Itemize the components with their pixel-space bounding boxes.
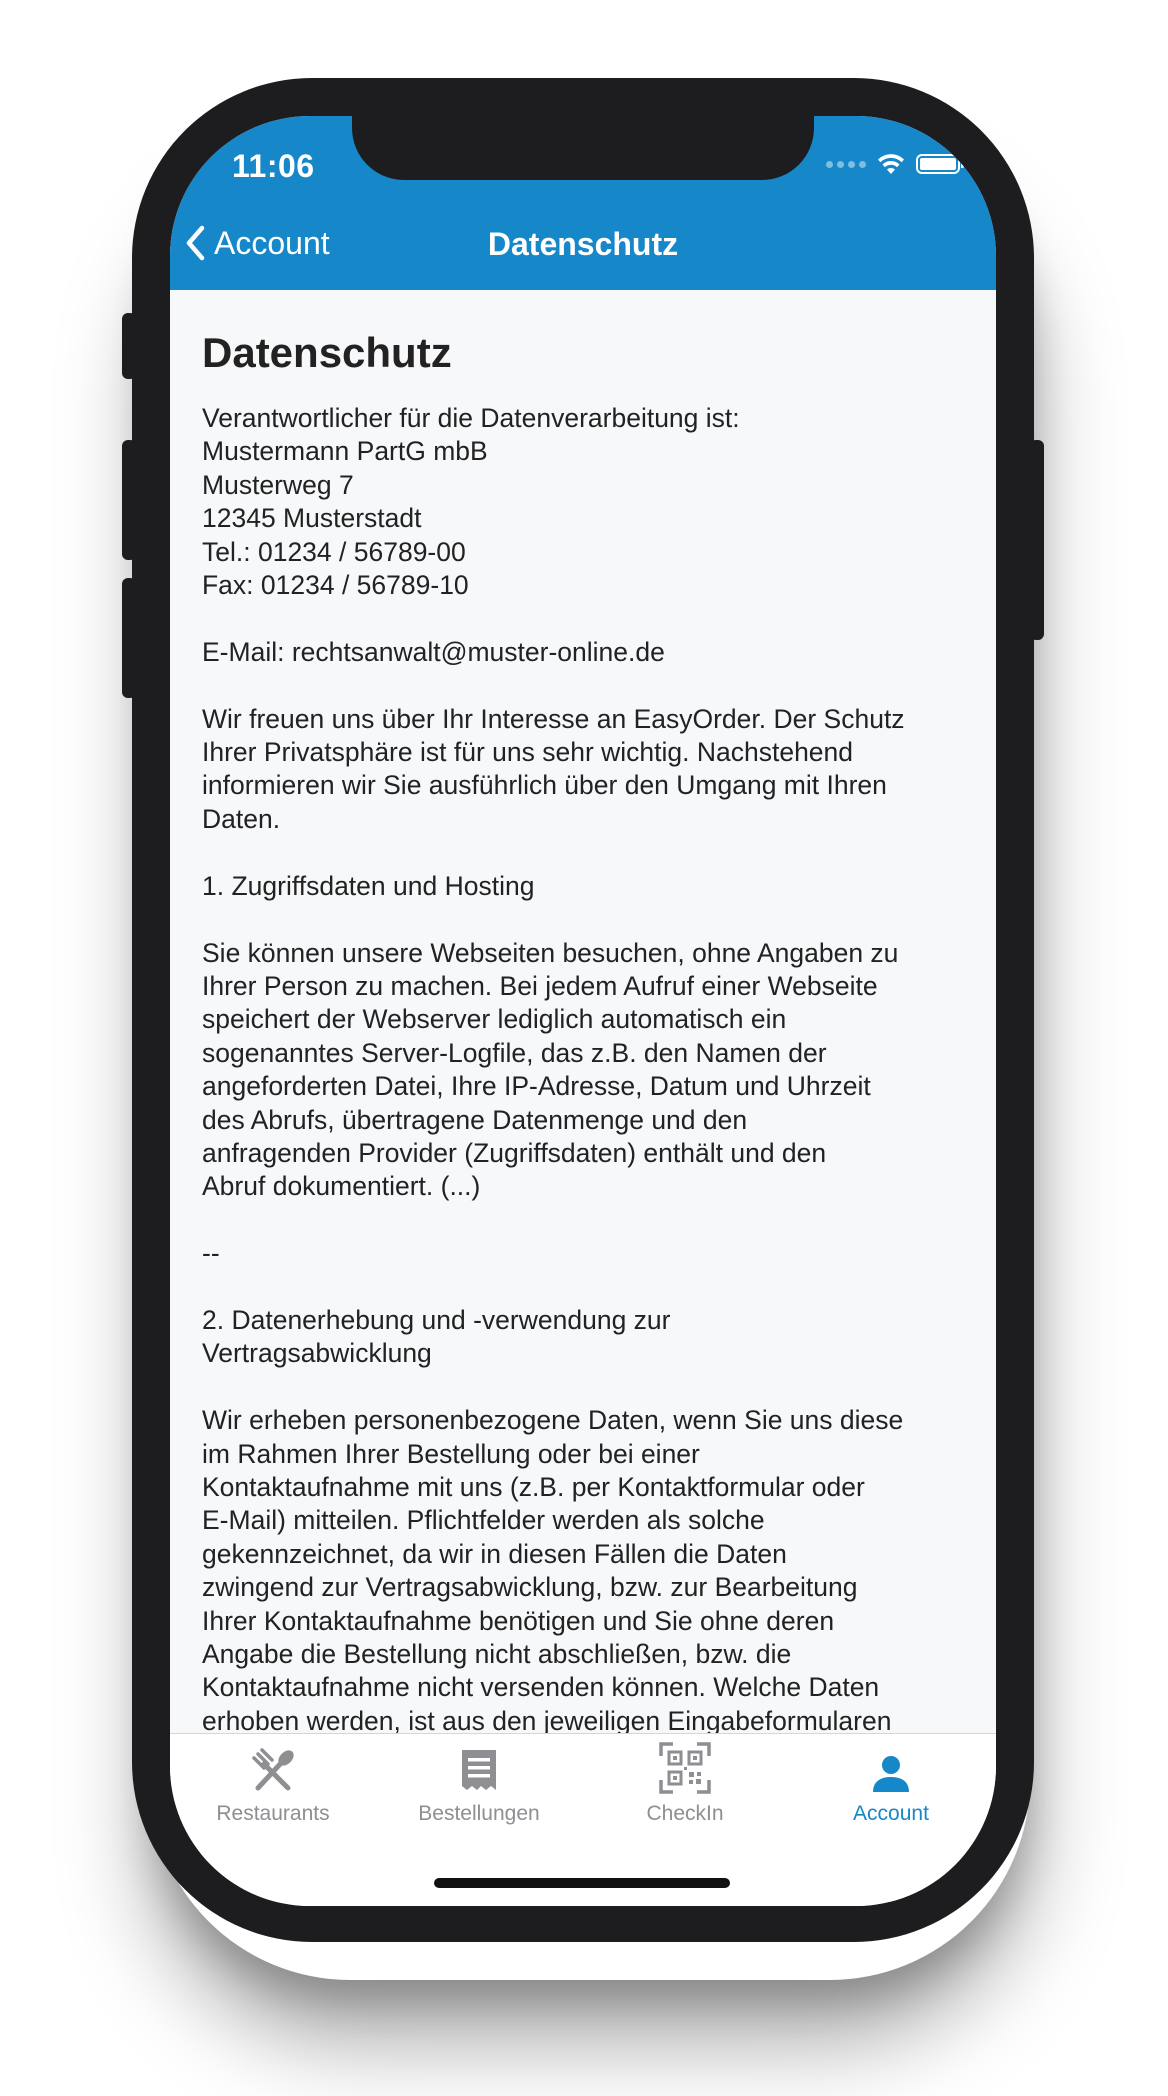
person-icon [873,1756,909,1792]
tab-label: Account [853,1802,929,1825]
tab-label: Bestellungen [418,1802,540,1825]
status-time: 11:06 [232,148,315,184]
power-button [1030,440,1044,640]
tab-label: CheckIn [646,1802,724,1825]
notch [352,116,814,180]
qr-code-icon [659,1742,711,1794]
silent-switch [122,313,136,379]
receipt-icon [462,1750,496,1790]
wifi-icon [878,154,904,174]
privacy-content[interactable]: Datenschutz Verantwortlicher für die Dat… [202,290,982,1733]
tab-checkin[interactable]: CheckIn [582,1734,788,1834]
cellular-signal-icon [826,160,866,168]
cutlery-icon [252,1748,294,1791]
privacy-text: Verantwortlicher für die Datenverarbeitu… [202,403,905,1733]
tab-bar: Restaurants Bestellungen CheckIn Account [170,1733,996,1906]
screen: 11:06 Account Datenschutz Datenschutz Ve… [170,116,996,1906]
status-icons [826,152,964,176]
navigation-header: 11:06 Account Datenschutz [170,116,996,290]
home-indicator[interactable] [434,1878,730,1888]
content-heading: Datenschutz [202,329,452,376]
volume-up-button [122,440,136,560]
tab-bestellungen[interactable]: Bestellungen [376,1734,582,1834]
tab-account[interactable]: Account [788,1734,994,1834]
tab-label: Restaurants [216,1802,330,1825]
battery-icon [916,154,964,174]
volume-down-button [122,578,136,698]
tab-restaurants[interactable]: Restaurants [170,1734,376,1834]
page-title: Datenschutz [487,226,679,262]
